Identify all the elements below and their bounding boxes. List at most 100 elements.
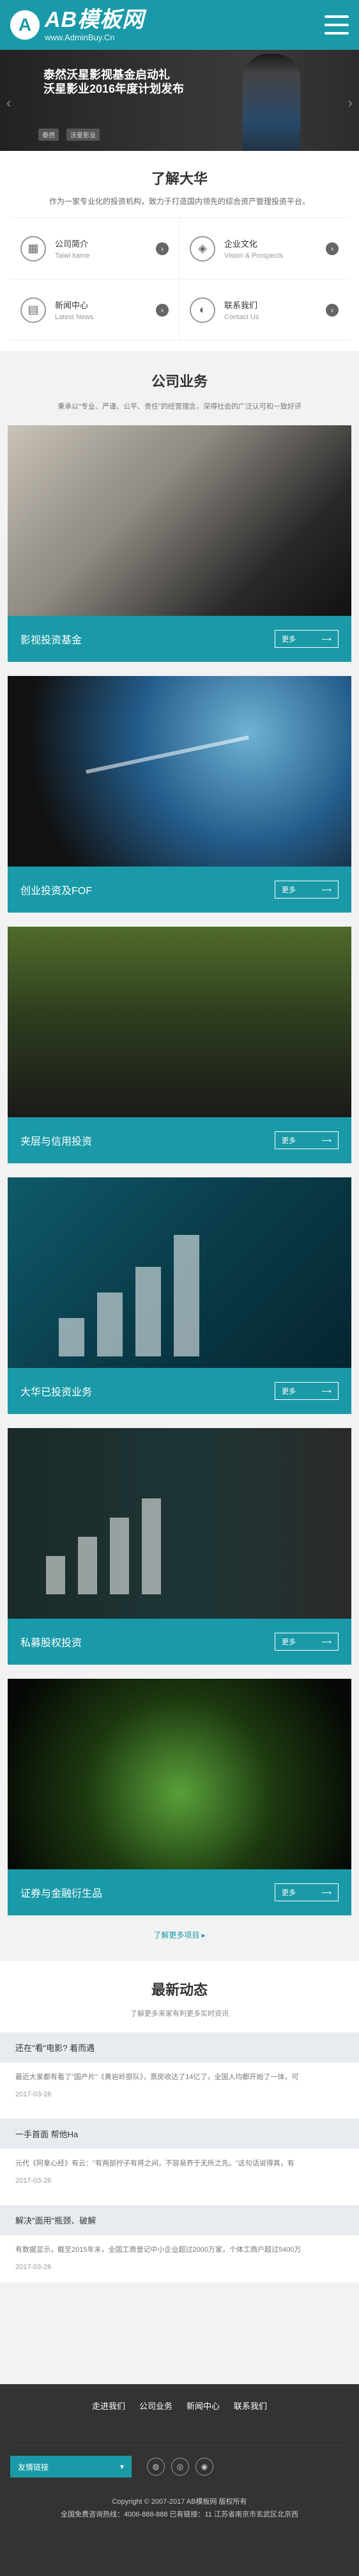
more-label: 更多 <box>282 1889 296 1897</box>
more-button[interactable]: 更多 ⟶ <box>275 1382 339 1400</box>
about-section: 了解大华 作为一家专业化的投资机构，致力于打造国内领先的综合资产管理投资平台。 … <box>0 151 359 351</box>
wechat-icon[interactable]: ◍ <box>147 2458 165 2476</box>
about-item-news[interactable]: ▤ 新闻中心 Latest News › <box>10 279 180 341</box>
bar-graphic <box>142 1498 161 1594</box>
about-description: 作为一家专业化的投资机构，致力于打造国内领先的综合资产管理投资平台。 <box>49 197 310 206</box>
news-title[interactable]: 一手首面 帮他Ha <box>0 2119 359 2149</box>
about-item-company[interactable]: ▦ 公司简介 Taiwi kame › <box>10 218 180 279</box>
hamburger-menu-icon[interactable] <box>325 15 349 35</box>
news-date: 2017-03-26 <box>15 2263 52 2271</box>
footer-link[interactable]: 联系我们 <box>234 2399 267 2412</box>
friend-links-select[interactable]: 友情链接 ▾ <box>10 2456 132 2478</box>
site-logo[interactable]: A AB模板网 www.AdminBuy.Cn <box>10 9 144 42</box>
logo-subtitle: www.AdminBuy.Cn <box>45 32 115 42</box>
news-item[interactable]: 还在"看"电影? 着而遇 最近大家都有看了"国产片"《黄岩岭部队》，票房收达了1… <box>0 2032 359 2110</box>
weibo-icon[interactable]: ◎ <box>171 2458 189 2476</box>
more-projects-link[interactable]: 了解更多项目 ▸ <box>8 1929 351 1940</box>
more-label: 更多 <box>282 1137 296 1145</box>
about-item-subtitle: Latest News <box>55 313 94 321</box>
news-date: 2017-03-26 <box>15 2091 52 2098</box>
chevron-left-icon[interactable]: ‹ <box>6 95 11 111</box>
footer-link[interactable]: 走进我们 <box>92 2399 125 2412</box>
sponsor-logo: 泰然 <box>38 129 59 141</box>
menu-bar <box>325 24 349 26</box>
more-button[interactable]: 更多 ⟶ <box>275 630 339 648</box>
site-header: A AB模板网 www.AdminBuy.Cn <box>0 0 359 50</box>
logo-text: AB模板网 www.AdminBuy.Cn <box>45 9 144 42</box>
contact-line: 全国免费咨询热线：4006-888-888 已有链接：11 江苏省南京市玄武区北… <box>60 2511 299 2518</box>
section-title: 最新动态 <box>151 1982 208 1998</box>
qq-icon[interactable]: ◉ <box>195 2458 213 2476</box>
about-item-culture[interactable]: ◈ 企业文化 Vision & Prospects › <box>180 218 349 279</box>
chevron-right-icon: › <box>156 303 169 317</box>
hero-banner[interactable]: ‹ › 泰然沃星影视基金启动礼 沃星影业2016年度计划发布 泰然 沃星影业 <box>0 50 359 151</box>
more-button[interactable]: 更多 ⟶ <box>275 881 339 899</box>
business-card[interactable]: 夹层与信用投资 更多 ⟶ <box>8 927 351 1163</box>
news-excerpt: 有数据显示，截至2015年末，全国工商登记中小企业超过2000万家，个体工商户超… <box>0 2235 359 2259</box>
news-excerpt: 元代《阿拿心经》有云："有两部拧子有将之间，不容易养于无所之先。"这句话说得真，… <box>0 2149 359 2173</box>
news-subtitle: 了解更多来家有利更多实时资讯 <box>130 2010 229 2018</box>
banner-person-image <box>243 54 300 151</box>
sponsor-logo: 沃星影业 <box>66 129 100 141</box>
chevron-down-icon: ▾ <box>119 2462 124 2471</box>
business-card-bar: 创业投资及FOF 更多 ⟶ <box>8 867 351 913</box>
about-item-subtitle: Contact Us <box>224 313 259 321</box>
business-name: 创业投资及FOF <box>20 886 92 897</box>
news-icon: ▤ <box>20 297 46 323</box>
more-label: 更多 <box>282 636 296 643</box>
news-title[interactable]: 还在"看"电影? 着而遇 <box>0 2032 359 2062</box>
menu-bar <box>325 15 349 18</box>
footer-link[interactable]: 新闻中心 <box>187 2399 220 2412</box>
bar-graphic <box>135 1267 161 1356</box>
business-card[interactable]: 证券与金融衍生品 更多 ⟶ <box>8 1679 351 1915</box>
arrow-right-icon: ⟶ <box>321 635 332 643</box>
about-item-contact[interactable]: ◐ 联系我们 Contact Us › <box>180 279 349 341</box>
business-name: 私募股权投资 <box>20 1638 82 1649</box>
banner-line-1: 泰然沃星影视基金启动礼 <box>43 68 170 81</box>
more-button[interactable]: 更多 ⟶ <box>275 1131 339 1149</box>
more-label: 更多 <box>282 1388 296 1395</box>
logo-title: AB模板网 <box>45 7 145 32</box>
business-card[interactable]: 创业投资及FOF 更多 ⟶ <box>8 676 351 913</box>
arrow-right-icon: ⟶ <box>321 1387 332 1395</box>
news-item[interactable]: 解决"面用"瓶颈、破解 有数据显示，截至2015年末，全国工商登记中小企业超过2… <box>0 2205 359 2282</box>
more-button[interactable]: 更多 ⟶ <box>275 1633 339 1651</box>
business-card[interactable]: 影视投资基金 更多 ⟶ <box>8 425 351 662</box>
banner-navigation: ‹ › <box>6 95 353 111</box>
site-footer: 走进我们 公司业务 新闻中心 联系我们 友情链接 ▾ ◍ ◎ ◉ Copyrig… <box>0 2384 359 2576</box>
business-card-bar: 夹层与信用投资 更多 ⟶ <box>8 1117 351 1163</box>
news-section: 最新动态 了解更多来家有利更多实时资讯 还在"看"电影? 着而遇 最近大家都有看… <box>0 1961 359 2282</box>
chevron-right-icon[interactable]: › <box>348 95 353 111</box>
business-image <box>8 1428 351 1619</box>
more-button[interactable]: 更多 ⟶ <box>275 1883 339 1901</box>
banner-line-2: 沃星影业2016年度计划发布 <box>43 82 185 95</box>
business-image <box>8 927 351 1117</box>
business-name: 证券与金融衍生品 <box>20 1889 103 1899</box>
business-card[interactable]: 私募股权投资 更多 ⟶ <box>8 1428 351 1665</box>
chevron-right-icon: › <box>326 303 339 317</box>
copyright: Copyright © 2007-2017 AB模板网 版权所有 全国免费咨询热… <box>0 2495 359 2521</box>
select-label: 友情链接 <box>18 2462 49 2472</box>
about-item-subtitle: Vision & Prospects <box>224 252 284 260</box>
bar-graphic <box>97 1292 123 1356</box>
about-item-subtitle: Taiwi kame <box>55 252 90 260</box>
banner-headline: 泰然沃星影视基金启动礼 沃星影业2016年度计划发布 <box>43 68 184 96</box>
arrow-right-icon: ⟶ <box>321 1638 332 1646</box>
news-excerpt: 最近大家都有看了"国产片"《黄岩岭部队》，票房收达了14亿了，全国人均都开始了一… <box>0 2062 359 2087</box>
footer-controls: 友情链接 ▾ ◍ ◎ ◉ <box>10 2445 349 2478</box>
chevron-right-icon: › <box>156 242 169 255</box>
social-links: ◍ ◎ ◉ <box>147 2458 213 2476</box>
business-image <box>8 425 351 616</box>
arrow-right-icon: ⟶ <box>321 886 332 894</box>
section-title: 公司业务 <box>151 373 208 389</box>
business-name: 大华已投资业务 <box>20 1387 93 1398</box>
news-item[interactable]: 一手首面 帮他Ha 元代《阿拿心经》有云："有两部拧子有将之间，不容易养于无所之… <box>0 2119 359 2196</box>
business-card[interactable]: 大华已投资业务 更多 ⟶ <box>8 1177 351 1414</box>
banner-sponsor-logos: 泰然 沃星影业 <box>38 129 100 141</box>
business-card-bar: 影视投资基金 更多 ⟶ <box>8 616 351 662</box>
more-label: 更多 <box>282 886 296 894</box>
bar-graphic <box>78 1537 97 1594</box>
footer-link[interactable]: 公司业务 <box>139 2399 172 2412</box>
more-label: 更多 <box>282 1638 296 1646</box>
news-title[interactable]: 解决"面用"瓶颈、破解 <box>0 2205 359 2235</box>
